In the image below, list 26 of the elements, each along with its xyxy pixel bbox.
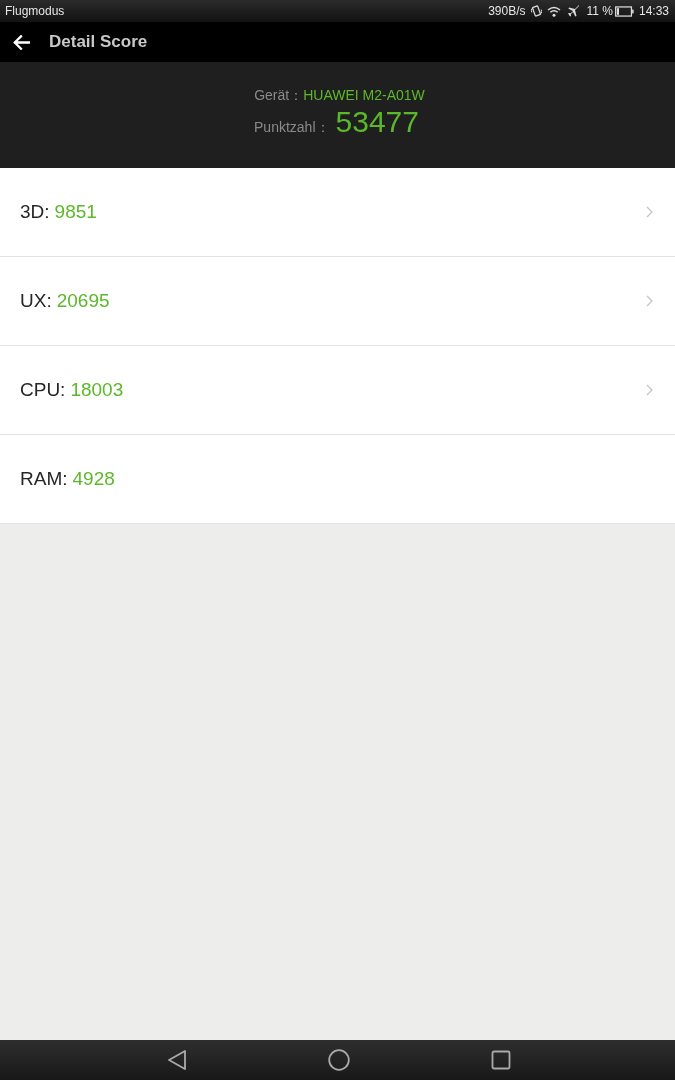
- home-circle-icon[interactable]: [327, 1049, 350, 1071]
- airplane-icon: [567, 5, 580, 17]
- recents-square-icon[interactable]: [489, 1049, 512, 1071]
- battery-icon: [614, 5, 634, 17]
- screen-title: Detail Score: [49, 32, 148, 52]
- category-label: RAM:: [20, 468, 68, 490]
- category-score: 9851: [54, 201, 97, 223]
- category-label: UX:: [20, 290, 52, 312]
- category-score: 20695: [56, 290, 110, 312]
- back-arrow-icon: [12, 34, 30, 50]
- category-score: 18003: [70, 379, 124, 401]
- device-name: HUAWEI M2-A01W: [303, 87, 425, 103]
- score-label: Punktzahl：: [254, 119, 330, 137]
- category-label: CPU:: [20, 379, 66, 401]
- wifi-icon: [546, 5, 561, 17]
- category-score: 4928: [72, 468, 115, 490]
- status-mode-text: Flugmodus: [5, 4, 65, 18]
- total-score: 53477: [335, 105, 419, 139]
- vibrate-icon: [530, 5, 542, 17]
- device-label: Gerät：: [254, 87, 304, 105]
- clock-text: 14:33: [638, 4, 669, 18]
- network-speed-text: 390B/s: [488, 4, 526, 18]
- back-triangle-icon[interactable]: [165, 1049, 188, 1071]
- category-label: 3D:: [20, 201, 50, 223]
- back-button[interactable]: [12, 34, 30, 50]
- battery-percent-text: 11 %: [586, 4, 613, 18]
